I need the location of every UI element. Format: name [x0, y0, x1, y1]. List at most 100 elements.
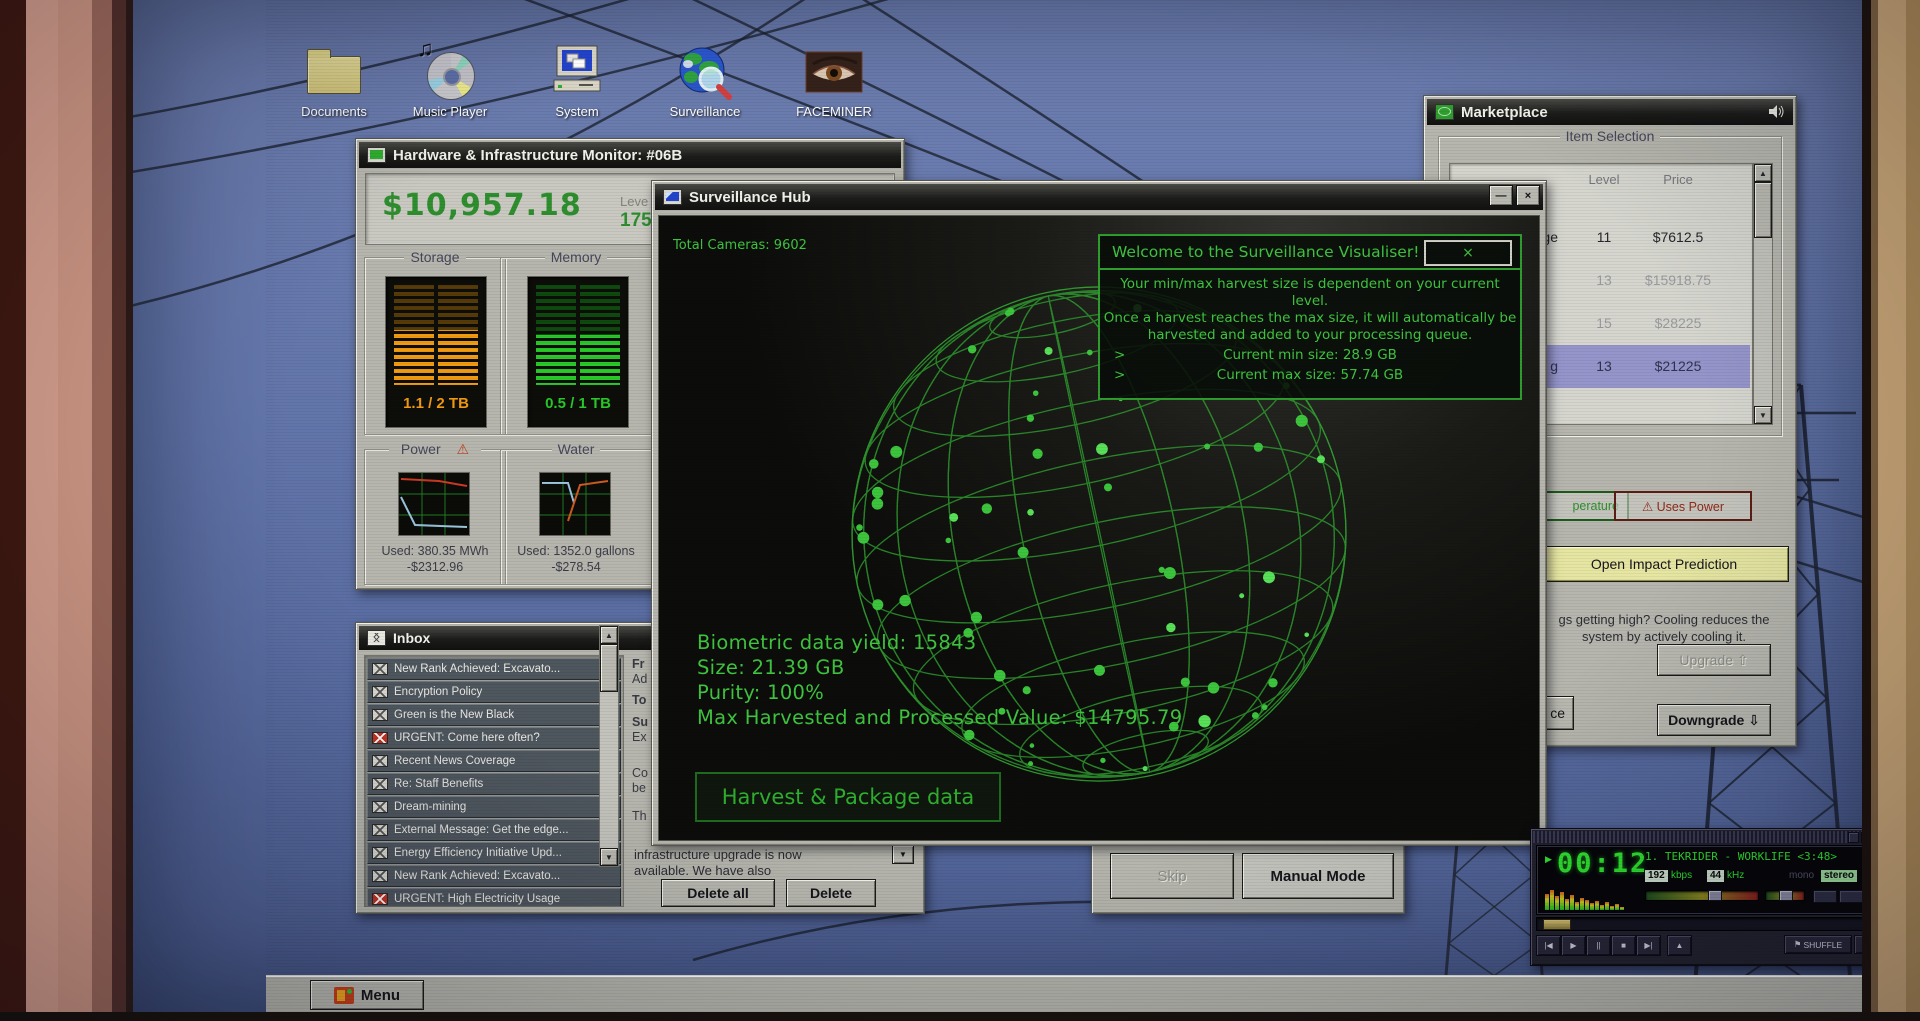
level-label-fragment: Leve	[620, 194, 649, 209]
pane-label-fragment: Co	[632, 766, 648, 780]
harvest-size: Size: 21.39 GB	[697, 656, 845, 679]
item-price: $21225	[1654, 358, 1702, 374]
marketplace-titlebar[interactable]: Marketplace	[1427, 99, 1793, 125]
item-level: 13	[1596, 272, 1612, 288]
harvest-purity: Purity: 100%	[697, 681, 825, 704]
volume-slider[interactable]	[1645, 890, 1759, 901]
skip-button[interactable]: Skip	[1110, 853, 1234, 899]
inbox-item[interactable]: New Rank Achieved: Excavato...	[367, 658, 621, 680]
pause-button[interactable]: ||	[1586, 935, 1611, 956]
desk-edge-right	[1862, 0, 1920, 1021]
item-level: 11	[1596, 229, 1612, 245]
inbox-item[interactable]: Encryption Policy	[367, 681, 621, 703]
inbox-item[interactable]: New Rank Achieved: Excavato...	[367, 865, 621, 887]
playlist-button[interactable]	[1839, 890, 1862, 903]
player-minimize-button[interactable]	[1848, 832, 1859, 843]
marketplace-scrollbar[interactable]: ▲ ▼	[1753, 163, 1773, 425]
desktop-icon-music-player[interactable]: ♫ Music Player	[398, 36, 502, 119]
inbox-list: New Rank Achieved: Excavato... Encryption…	[364, 655, 624, 907]
upgrade-button[interactable]: Upgrade ⇧	[1657, 644, 1771, 676]
inbox-item[interactable]: Dream-mining	[367, 796, 621, 818]
pane-label-fragment: Fr	[632, 657, 645, 671]
samplerate-unit: kHz	[1727, 870, 1745, 881]
player-titlebar[interactable]	[1533, 831, 1862, 843]
inbox-item[interactable]: URGENT: Come here often?	[367, 727, 621, 749]
pane-label-fragment: Ad	[632, 672, 648, 686]
surveillance-hub-window: Surveillance Hub — × Total Cameras: 9602…	[651, 180, 1547, 846]
delete-all-button[interactable]: Delete all	[661, 879, 775, 907]
inbox-item-label: Energy Efficiency Initiative Upd...	[394, 847, 562, 859]
icon-label: FACEMINER	[796, 104, 872, 119]
scroll-up-button[interactable]: ▲	[600, 626, 618, 644]
eject-button[interactable]: ▲	[1667, 935, 1692, 956]
hardware-monitor-titlebar[interactable]: Hardware & Infrastructure Monitor: #06B	[359, 142, 901, 168]
manual-mode-button[interactable]: Manual Mode	[1242, 853, 1394, 899]
next-button[interactable]: ▶|	[1636, 935, 1661, 956]
desktop-icon-system[interactable]: System	[525, 44, 629, 119]
monitor-icon	[367, 147, 386, 163]
inbox-item[interactable]: Recent News Coverage	[367, 750, 621, 772]
scroll-down-button[interactable]: ▼	[1754, 406, 1772, 424]
eq-button[interactable]	[1813, 890, 1837, 903]
surveillance-viewport: Total Cameras: 9602 Welcome to the Surve…	[658, 215, 1540, 841]
dropdown-button[interactable]: ▼	[892, 845, 914, 864]
seek-handle[interactable]	[1543, 919, 1571, 930]
total-cameras: Total Cameras: 9602	[673, 238, 807, 253]
taskbar: Menu 12/02/1999, 22:31:09	[266, 975, 1862, 1012]
monitor-bezel-bottom	[0, 1012, 1920, 1021]
inbox-item[interactable]: External Message: Get the edge...	[367, 819, 621, 841]
dialog-close-button[interactable]: ×	[1424, 240, 1512, 266]
desktop-icon-surveillance[interactable]: Surveillance	[653, 44, 757, 119]
inbox-item[interactable]: Green is the New Black	[367, 704, 621, 726]
open-impact-prediction-button[interactable]: Open Impact Prediction	[1539, 546, 1789, 582]
pane-label-fragment: To	[632, 693, 647, 707]
warning-triangle-icon: ⚠	[450, 441, 476, 457]
inbox-item-label: New Rank Achieved: Excavato...	[394, 870, 561, 882]
mail-icon	[372, 778, 388, 790]
speaker-icon[interactable]	[1768, 105, 1785, 119]
delete-button[interactable]: Delete	[786, 879, 876, 907]
power-label: Power	[394, 441, 447, 457]
uses-power-chip[interactable]: ⚠ Uses Power	[1614, 491, 1752, 521]
inbox-item[interactable]: Energy Efficiency Initiative Upd...	[367, 842, 621, 864]
stop-button[interactable]: ■	[1611, 935, 1636, 956]
inbox-item-label: External Message: Get the edge...	[394, 824, 569, 836]
desktop-icon-faceminer[interactable]: FACEMINER	[782, 44, 886, 119]
item-price: $7612.5	[1652, 229, 1704, 245]
scroll-down-button[interactable]: ▼	[600, 848, 618, 866]
repeat-button[interactable]: ⚑	[1854, 935, 1862, 954]
water-label: Water	[551, 441, 601, 457]
scroll-thumb[interactable]	[600, 644, 618, 692]
power-graph	[398, 472, 470, 536]
cooling-description: gs getting high? Cooling reduces the sys…	[1558, 612, 1770, 644]
play-button[interactable]: ▶	[1561, 935, 1586, 956]
flag-icon: ⚑	[1793, 939, 1802, 949]
inbox-item[interactable]: URGENT: High Electricity Usage	[367, 888, 621, 906]
close-button[interactable]: ×	[1516, 185, 1540, 206]
balance-slider[interactable]	[1765, 890, 1805, 901]
minimize-button[interactable]: —	[1489, 185, 1513, 206]
water-used: Used: 1352.0 gallons	[517, 544, 635, 558]
inbox-scrollbar[interactable]: ▲ ▼	[599, 625, 619, 867]
urgent-mail-icon	[372, 893, 388, 905]
icon-label: Music Player	[412, 104, 488, 119]
harvest-package-button[interactable]: Harvest & Package data	[695, 772, 1001, 822]
water-group: Water Used: 1352.0 gallons -$278.54	[500, 441, 652, 585]
pane-label-fragment: Th	[632, 809, 647, 823]
mail-icon	[372, 801, 388, 813]
seek-bar[interactable]	[1536, 917, 1862, 931]
shuffle-button[interactable]: ⚑ SHUFFLE	[1784, 935, 1852, 954]
scroll-thumb[interactable]	[1754, 182, 1772, 238]
menu-button[interactable]: Menu	[310, 980, 424, 1010]
desktop-icon-documents[interactable]: Documents	[282, 44, 386, 119]
inbox-item[interactable]: Re: Staff Benefits	[367, 773, 621, 795]
inbox-item-label: Green is the New Black	[394, 709, 515, 721]
surveillance-titlebar[interactable]: Surveillance Hub	[655, 184, 1543, 210]
bitrate-unit: kbps	[1671, 870, 1693, 881]
faceminer-logo-icon	[333, 986, 354, 1004]
scroll-up-button[interactable]: ▲	[1754, 164, 1772, 182]
downgrade-button[interactable]: Downgrade ⇩	[1657, 704, 1771, 736]
inbox-item-label: URGENT: Come here often?	[394, 732, 540, 744]
previous-button[interactable]: |◀	[1536, 935, 1561, 956]
storage-group: Storage 1.1 / 2 TB	[364, 249, 506, 435]
